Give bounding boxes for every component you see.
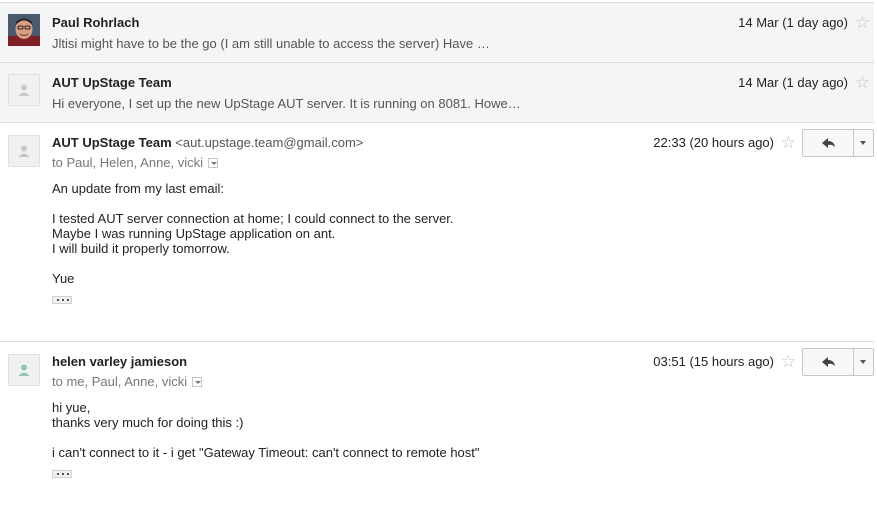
details-dropdown-icon[interactable] <box>208 157 219 168</box>
reply-button[interactable] <box>803 130 854 156</box>
recipients-text: to Paul, Helen, Anne, vicki <box>52 155 204 170</box>
message-snippet: Jltisi might have to be the go (I am sti… <box>52 36 490 51</box>
sender-name: AUT UpStage Team <box>52 135 172 150</box>
body-line: i can't connect to it - i get "Gateway T… <box>52 445 480 460</box>
collapsed-message-paul[interactable]: Paul Rohrlach Jltisi might have to be th… <box>0 3 874 63</box>
recipients-text: to me, Paul, Anne, vicki <box>52 374 188 389</box>
signature: Yue <box>52 271 75 286</box>
avatar-generic <box>8 354 40 386</box>
body-line: An update from my last email: <box>52 181 224 196</box>
body-line: I tested AUT server connection at home; … <box>52 211 454 226</box>
sender-name: AUT UpStage Team <box>52 75 172 90</box>
star-icon[interactable]: ☆ <box>781 353 796 370</box>
message-date: 22:33 (20 hours ago) <box>653 135 774 150</box>
reply-arrow-icon <box>822 357 835 367</box>
person-silhouette-icon <box>18 145 30 157</box>
person-silhouette-icon <box>18 84 30 96</box>
recipients-line: to Paul, Helen, Anne, vicki <box>52 155 219 170</box>
avatar-generic <box>8 74 40 106</box>
reply-button-group <box>802 129 874 157</box>
sender-email: <aut.upstage.team@gmail.com> <box>175 135 364 150</box>
star-icon[interactable]: ☆ <box>855 74 870 91</box>
sender-name: helen varley jamieson <box>52 354 188 369</box>
star-icon[interactable]: ☆ <box>781 134 796 151</box>
sender-header: AUT UpStage Team <aut.upstage.team@gmail… <box>52 135 363 150</box>
collapsed-message-aut-1[interactable]: AUT UpStage Team Hi everyone, I set up t… <box>0 63 874 123</box>
reply-button[interactable] <box>803 349 854 375</box>
more-options-button[interactable] <box>853 349 873 375</box>
sender-name: Paul Rohrlach <box>52 15 140 30</box>
reply-arrow-icon <box>822 138 835 148</box>
body-line: thanks very much for doing this :) <box>52 415 244 430</box>
reply-button-group <box>802 348 874 376</box>
show-trimmed-content-icon[interactable] <box>52 470 72 478</box>
details-dropdown-icon[interactable] <box>192 376 203 387</box>
expanded-message-aut: AUT UpStage Team <aut.upstage.team@gmail… <box>0 123 874 340</box>
recipients-line: to me, Paul, Anne, vicki <box>52 374 203 389</box>
message-date: 14 Mar (1 day ago) <box>738 75 848 90</box>
more-options-button[interactable] <box>853 130 873 156</box>
body-line: Maybe I was running UpStage application … <box>52 226 336 241</box>
star-icon[interactable]: ☆ <box>855 14 870 31</box>
body-line: I will build it properly tomorrow. <box>52 241 230 256</box>
show-trimmed-content-icon[interactable] <box>52 296 72 304</box>
expanded-message-helen: helen varley jamieson to me, Paul, Anne,… <box>0 342 874 505</box>
person-silhouette-icon <box>18 364 30 376</box>
message-date: 14 Mar (1 day ago) <box>738 15 848 30</box>
body-line: hi yue, <box>52 400 91 415</box>
message-snippet: Hi everyone, I set up the new UpStage AU… <box>52 96 521 111</box>
avatar-paul-rohrlach <box>8 14 40 46</box>
message-date: 03:51 (15 hours ago) <box>653 354 774 369</box>
avatar-generic <box>8 135 40 167</box>
